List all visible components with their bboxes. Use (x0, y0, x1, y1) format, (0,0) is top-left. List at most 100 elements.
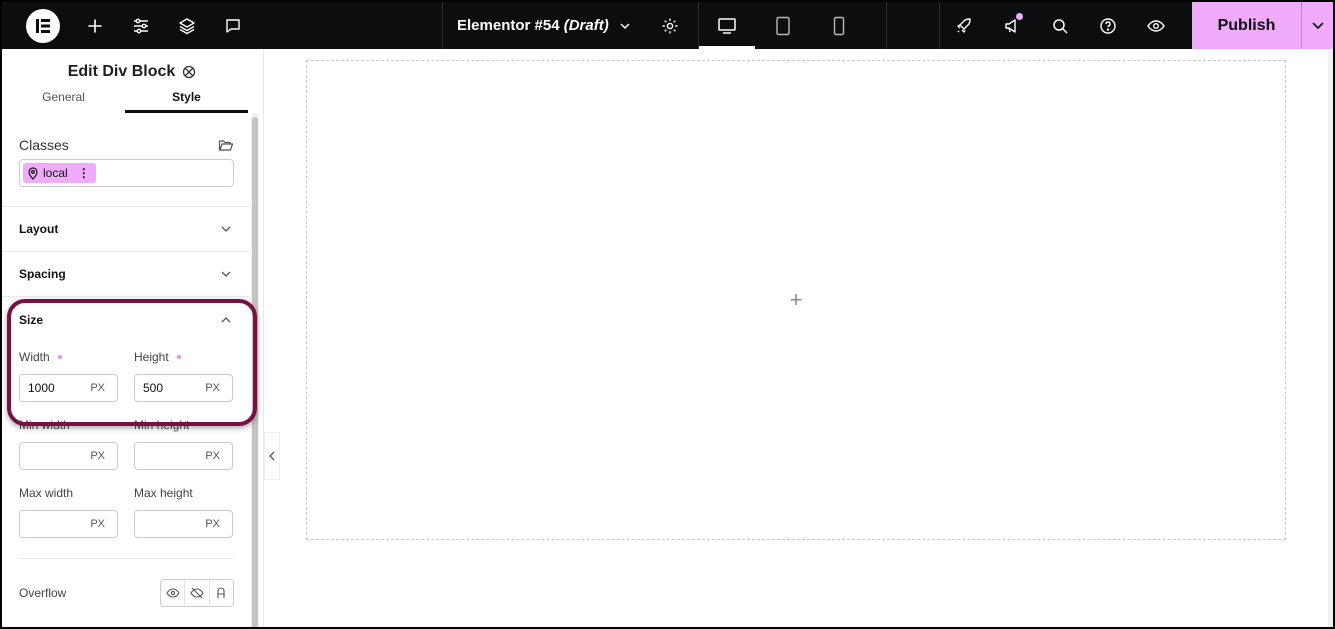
class-manager-folder-icon[interactable] (218, 138, 234, 152)
search-icon[interactable] (1036, 2, 1084, 49)
width-field: Width 1000 PX (19, 348, 118, 402)
toolbar-spacer (887, 2, 940, 49)
publish-options-chevron-icon[interactable] (1301, 2, 1333, 49)
site-settings-icon[interactable] (118, 2, 164, 49)
spacing-section-title: Spacing (19, 267, 66, 281)
document-title-area[interactable]: Elementor #54 (Draft) (442, 2, 698, 49)
size-row-min: Min width PX Min height PX (19, 416, 234, 470)
elementor-logo-icon[interactable] (26, 8, 60, 43)
width-label-row: Width (19, 348, 118, 366)
height-value: 500 (143, 381, 164, 395)
publish-button[interactable]: Publish (1192, 2, 1301, 49)
min-height-input[interactable]: PX (134, 442, 233, 470)
classes-section: Classes local ⋮ (2, 113, 250, 207)
width-value: 1000 (28, 381, 55, 395)
div-block-icon (181, 64, 197, 80)
document-title[interactable]: Elementor #54 (Draft) (457, 17, 609, 34)
min-width-label-row: Min width (19, 416, 118, 434)
width-unit-select[interactable]: PX (90, 382, 105, 394)
classes-header: Classes (19, 137, 234, 153)
height-label: Height (134, 350, 169, 364)
classes-input[interactable]: local ⋮ (19, 159, 234, 187)
top-bar: Elementor #54 (Draft) Publish (2, 2, 1333, 49)
max-width-label-row: Max width (19, 484, 118, 502)
div-block-canvas[interactable]: + (306, 60, 1286, 540)
overflow-label: Overflow (19, 586, 67, 600)
mobile-view-icon[interactable] (811, 2, 867, 49)
tab-general[interactable]: General (2, 85, 125, 113)
tablet-view-icon[interactable] (755, 2, 811, 49)
min-height-field: Min height PX (134, 416, 233, 470)
chevron-down-icon (220, 268, 232, 280)
max-height-label: Max height (134, 486, 193, 500)
height-label-row: Height (134, 348, 233, 366)
changed-indicator-dot (57, 355, 62, 359)
help-icon[interactable] (1084, 2, 1132, 49)
editor-panel: Edit Div Block General Style Classes loc… (2, 49, 264, 627)
add-element-plus-icon[interactable]: + (790, 287, 803, 313)
chevron-down-icon (220, 223, 232, 235)
scrollbar-thumb[interactable] (252, 117, 258, 627)
min-width-field: Min width PX (19, 416, 118, 470)
height-input[interactable]: 500 PX (134, 374, 233, 402)
width-label: Width (19, 350, 50, 364)
overflow-toggle-group (160, 579, 234, 607)
class-chip-local[interactable]: local ⋮ (23, 163, 96, 183)
document-name: Elementor #54 (457, 17, 560, 34)
classes-label: Classes (19, 137, 69, 153)
height-unit-select[interactable]: PX (205, 382, 220, 394)
whats-new-megaphone-icon[interactable] (988, 2, 1036, 49)
size-section-body: Width 1000 PX Height 500 PX Min width PX… (2, 348, 250, 538)
overflow-visible-eye-icon[interactable] (161, 580, 186, 606)
height-field: Height 500 PX (134, 348, 233, 402)
size-row-max: Max width PX Max height PX (19, 484, 234, 538)
min-width-input[interactable]: PX (19, 442, 118, 470)
class-chip-label: local (43, 166, 68, 180)
overflow-control: Overflow (2, 579, 250, 607)
changed-indicator-dot (176, 355, 181, 359)
desktop-view-icon[interactable] (699, 2, 755, 49)
panel-tabs: General Style (2, 85, 248, 113)
size-section-title: Size (19, 312, 44, 327)
min-height-label: Min height (134, 418, 190, 432)
chevron-down-icon[interactable] (619, 20, 631, 32)
collapse-panel-chevron-left-icon[interactable] (264, 432, 280, 480)
comments-icon[interactable] (210, 2, 256, 49)
size-section-header[interactable]: Size (2, 297, 250, 342)
add-element-icon[interactable] (72, 2, 118, 49)
min-width-unit-select[interactable]: PX (90, 450, 105, 462)
max-width-unit-select[interactable]: PX (90, 518, 105, 530)
size-row-dimensions: Width 1000 PX Height 500 PX (19, 348, 234, 402)
max-height-unit-select[interactable]: PX (205, 518, 220, 530)
min-width-label: Min width (19, 418, 70, 432)
toolbar-left (2, 2, 442, 49)
preview-eye-icon[interactable] (1132, 2, 1180, 49)
max-width-input[interactable]: PX (19, 510, 118, 538)
toolbar-right (940, 2, 1180, 49)
tab-style[interactable]: Style (125, 85, 248, 113)
chip-more-options-icon[interactable]: ⋮ (78, 166, 90, 180)
app-window: Elementor #54 (Draft) Publish Edit Div B… (0, 0, 1335, 629)
spacing-section-header[interactable]: Spacing (2, 252, 250, 297)
max-width-field: Max width PX (19, 484, 118, 538)
layout-section-title: Layout (19, 222, 59, 236)
panel-scrollbar[interactable] (251, 113, 259, 627)
width-input[interactable]: 1000 PX (19, 374, 118, 402)
canvas-right-edge (1328, 49, 1333, 627)
panel-scroll-area: Classes local ⋮ Layout Spacing Size Widt… (2, 113, 250, 627)
min-height-unit-select[interactable]: PX (205, 450, 220, 462)
max-height-field: Max height PX (134, 484, 233, 538)
max-height-input[interactable]: PX (134, 510, 233, 538)
notification-dot (1016, 13, 1023, 20)
min-height-label-row: Min height (134, 416, 233, 434)
section-divider (19, 558, 234, 559)
panel-title: Edit Div Block (67, 63, 176, 80)
max-width-label: Max width (19, 486, 74, 500)
layers-icon[interactable] (164, 2, 210, 49)
rocket-icon[interactable] (940, 2, 988, 49)
document-status: (Draft) (563, 17, 609, 34)
overflow-hidden-eye-off-icon[interactable] (185, 580, 210, 606)
overflow-auto-icon[interactable] (210, 580, 233, 606)
layout-section-header[interactable]: Layout (2, 207, 250, 252)
page-settings-gear-icon[interactable] (661, 17, 679, 35)
